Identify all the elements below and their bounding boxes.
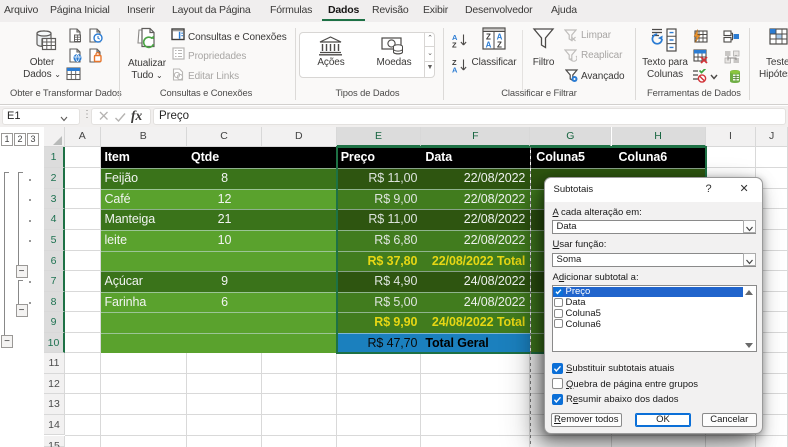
svg-text:A: A	[486, 41, 492, 50]
svg-text:A: A	[452, 66, 458, 74]
svg-text:Z: Z	[452, 41, 457, 49]
svg-text:Z: Z	[497, 41, 502, 50]
